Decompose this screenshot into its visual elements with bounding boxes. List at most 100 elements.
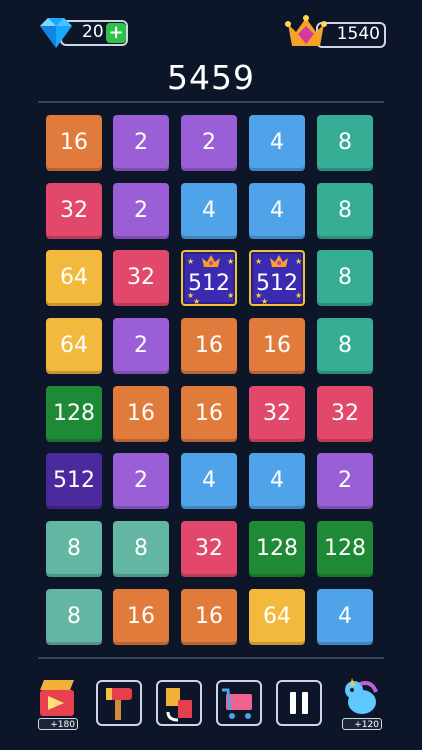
score: 5459 [167, 58, 255, 97]
unicorn-icon [345, 678, 378, 714]
crown-icon [285, 15, 327, 46]
swap-icon [166, 688, 192, 722]
tile-value: 8 [338, 333, 352, 358]
tile-value: 8 [338, 130, 352, 155]
tile-value: 8 [338, 265, 352, 290]
tile[interactable]: 16 [181, 589, 237, 645]
tile[interactable]: 128 [317, 521, 373, 577]
tile-value: 64 [263, 604, 291, 629]
tile-value: 16 [195, 401, 223, 426]
tile[interactable]: 16 [113, 589, 169, 645]
tile[interactable]: 4 [181, 183, 237, 239]
shop-cart-icon [222, 688, 252, 719]
tile-value: 2 [202, 130, 216, 155]
bottom-divider [38, 657, 384, 659]
tile[interactable]: 4 [249, 453, 305, 509]
tile[interactable]: 32 [317, 386, 373, 442]
video-reward-button[interactable]: +180 [34, 676, 80, 730]
tile-value: 16 [263, 333, 291, 358]
special-tile[interactable]: ★ ★ ★ ★ ★ 512 [181, 250, 237, 306]
crown-icon [202, 255, 220, 267]
toolbar: +180 +120 [0, 676, 422, 736]
tile[interactable]: 8 [46, 589, 102, 645]
hammer-icon [106, 688, 132, 720]
crown-icon [270, 255, 288, 267]
tile[interactable]: 16 [181, 318, 237, 374]
tile[interactable]: 2 [113, 453, 169, 509]
star-icon: ★ [193, 297, 201, 306]
tile-value: 32 [331, 401, 359, 426]
tile[interactable]: 128 [46, 386, 102, 442]
tile[interactable]: 32 [46, 183, 102, 239]
tile-value: 64 [60, 333, 88, 358]
star-icon: ★ [295, 257, 303, 266]
tile-value: 2 [338, 468, 352, 493]
tile-value: 512 [256, 271, 298, 296]
tile-value: 8 [134, 536, 148, 561]
pause-button[interactable] [276, 680, 322, 726]
right-reward: +120 [354, 720, 379, 730]
tile[interactable]: 64 [249, 589, 305, 645]
tile[interactable]: 2 [113, 318, 169, 374]
tile-value: 4 [270, 468, 284, 493]
tile[interactable]: 512 [46, 453, 102, 509]
tile[interactable]: 8 [317, 115, 373, 171]
tile-value: 2 [134, 468, 148, 493]
star-icon: ★ [227, 257, 235, 266]
crown-count: 1540 [336, 24, 380, 44]
tile[interactable]: 16 [113, 386, 169, 442]
clapperboard-icon [40, 680, 74, 716]
tile-value: 32 [127, 265, 155, 290]
tile[interactable]: 32 [113, 250, 169, 306]
tile-value: 4 [202, 198, 216, 223]
crown-counter: 1540 [285, 15, 386, 50]
tile[interactable]: 16 [181, 386, 237, 442]
tile[interactable]: 8 [46, 521, 102, 577]
hammer-button[interactable] [96, 680, 142, 726]
tile-value: 128 [256, 536, 298, 561]
tile[interactable]: 16 [249, 318, 305, 374]
gem-count: 20 [82, 22, 104, 42]
tile[interactable]: 8 [317, 183, 373, 239]
special-tile[interactable]: ★ ★ ★ ★ ★ 512 [249, 250, 305, 306]
tile-value: 64 [60, 265, 88, 290]
tile-value: 2 [134, 130, 148, 155]
tile-value: 128 [324, 536, 366, 561]
tile[interactable]: 4 [181, 453, 237, 509]
tile[interactable]: 32 [249, 386, 305, 442]
shop-button[interactable] [216, 680, 262, 726]
tile[interactable]: 4 [249, 183, 305, 239]
top-hud: 20 + 1540 [0, 15, 422, 52]
pet-reward-button[interactable]: +120 [338, 676, 384, 730]
tile-value: 8 [67, 604, 81, 629]
swap-button[interactable] [156, 680, 202, 726]
tile-value: 16 [60, 130, 88, 155]
tile[interactable]: 64 [46, 318, 102, 374]
gem-counter[interactable]: 20 + [38, 18, 130, 48]
tile[interactable]: 4 [249, 115, 305, 171]
tile-value: 128 [53, 401, 95, 426]
tile[interactable]: 2 [317, 453, 373, 509]
left-reward-badge: +180 [38, 718, 78, 730]
tile-value: 8 [338, 198, 352, 223]
tile[interactable]: 16 [46, 115, 102, 171]
tile-value: 16 [195, 604, 223, 629]
pause-icon [290, 692, 308, 714]
tile[interactable]: 2 [113, 183, 169, 239]
tile[interactable]: 8 [317, 250, 373, 306]
tile-value: 32 [60, 198, 88, 223]
add-gems-button[interactable]: + [106, 23, 126, 43]
tile[interactable]: 64 [46, 250, 102, 306]
tile-value: 512 [188, 271, 230, 296]
tile[interactable]: 8 [317, 318, 373, 374]
tile[interactable]: 128 [249, 521, 305, 577]
tile[interactable]: 4 [317, 589, 373, 645]
top-divider [38, 101, 384, 103]
tile-value: 2 [134, 333, 148, 358]
star-icon: ★ [187, 257, 195, 266]
tile-value: 16 [127, 604, 155, 629]
tile[interactable]: 2 [113, 115, 169, 171]
tile[interactable]: 32 [181, 521, 237, 577]
tile[interactable]: 8 [113, 521, 169, 577]
tile[interactable]: 2 [181, 115, 237, 171]
